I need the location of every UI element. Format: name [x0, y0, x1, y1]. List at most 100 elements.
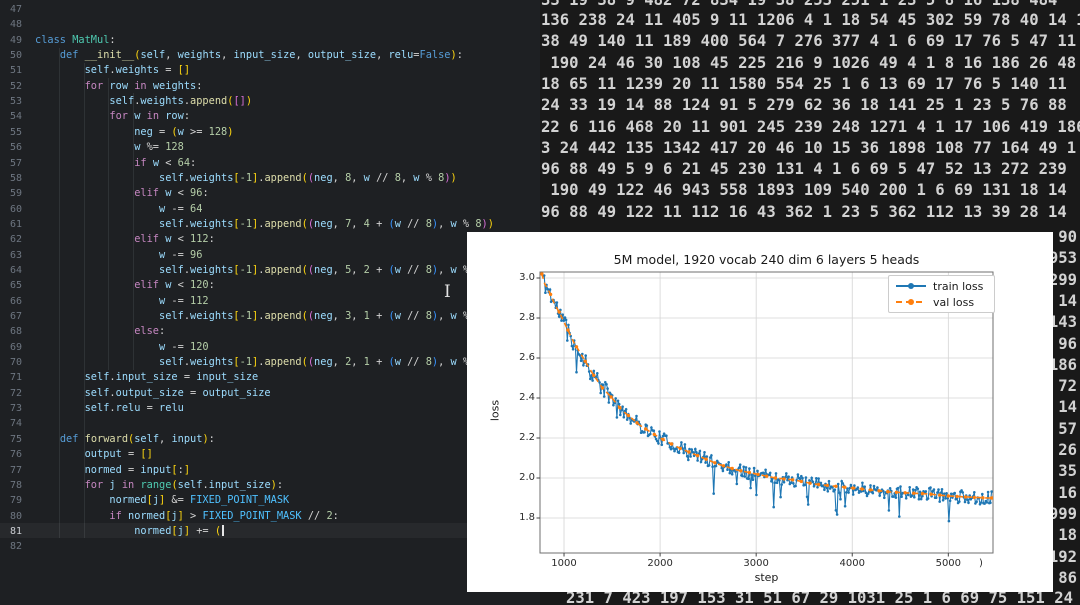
terminal-line-partial: 33 19 38 9 482 72 834 19 38 253 251 1 23…: [541, 0, 1058, 9]
line-number: 72: [9, 387, 22, 399]
tick-marks: [536, 277, 949, 557]
code-line: self.output_size = output_size: [84, 386, 271, 399]
code-line: normed[j] &= FIXED_POINT_MASK: [109, 494, 290, 507]
val-loss-line-sample: [896, 299, 926, 305]
chart-legend: train loss val loss: [888, 275, 995, 313]
line-number: 63: [9, 249, 22, 261]
line-number: 78: [9, 479, 22, 491]
x-tick-label: 1000: [551, 558, 577, 569]
code-line: self.weights[-1].append((neg, 8, w // 8,…: [159, 171, 457, 184]
line-number: 68: [9, 326, 22, 338]
terminal-line: 136 238 24 11 405 9 11 1206 4 1 18 54 45…: [541, 11, 1080, 29]
grid-lines: [540, 272, 993, 553]
plot-frame: [539, 271, 994, 554]
screen: 47 48 49 50 51 52 53 54 55 56 57 58 59 60 61 62 63 64 65 66…: [0, 0, 1080, 605]
terminal-line-fragment: 16: [1058, 483, 1077, 502]
legend-entry-val: val loss: [896, 296, 994, 309]
legend-entry-train: train loss: [896, 280, 994, 293]
y-tick-label: 2.0: [519, 472, 535, 483]
terminal-line-fragment: 90: [1058, 228, 1077, 246]
line-number: 53: [9, 96, 22, 108]
code-line: output = []: [84, 448, 153, 461]
terminal-line: 190 49 122 46 943 558 1893 109 540 200 1…: [541, 181, 1067, 200]
terminal-line-fragment: 86: [1058, 568, 1077, 587]
code-line: self.weights[-1].append((neg, 2, 1 + (w …: [159, 356, 494, 369]
line-number: 47: [9, 4, 22, 15]
x-tick-label: 4000: [839, 558, 865, 569]
code-line: if w < 64:: [134, 156, 197, 169]
chart-title: 5M model, 1920 vocab 240 dim 6 layers 5 …: [613, 252, 920, 267]
y-tick-label: 3.0: [519, 272, 535, 283]
x-tick-label: 5000: [935, 558, 962, 569]
line-number: 77: [9, 464, 22, 476]
line-number: 49: [9, 34, 22, 46]
line-number: 61: [9, 218, 22, 230]
terminal-line-fragment: 999: [1048, 504, 1077, 523]
terminal-line-fragment: 186: [1048, 355, 1077, 374]
code-editor-pane[interactable]: 47 48 49 50 51 52 53 54 55 56 57 58 59 60 61 62 63 64 65 66…: [0, 0, 540, 605]
terminal-line: 3 24 442 135 1342 417 20 46 10 15 36 189…: [541, 138, 1077, 157]
line-number: 80: [9, 510, 22, 522]
code-line: for j in range(self.input_size):: [84, 478, 284, 491]
terminal-line: 24 33 19 14 88 124 91 5 279 62 36 18 141…: [541, 96, 1067, 115]
code-line: self.weights[-1].append((neg, 3, 1 + (w …: [159, 310, 494, 322]
line-number: 67: [9, 311, 22, 322]
code-line: self.input_size = input_size: [84, 371, 259, 384]
x-tick-label: 3000: [743, 558, 769, 569]
code-line: w %= 128: [134, 141, 184, 154]
y-tick-label: 2.4: [519, 392, 535, 403]
line-number: 54: [9, 111, 22, 123]
code-line: self.relu = relu: [84, 402, 184, 415]
terminal-line-fragment: 953: [1048, 249, 1077, 268]
code-line: w -= 64: [159, 202, 203, 215]
code-line: for w in row:: [109, 110, 191, 123]
line-number: 57: [9, 157, 22, 169]
code-line: w -= 96: [159, 248, 203, 261]
terminal-line-fragment: 143: [1048, 313, 1077, 332]
line-number: 51: [9, 65, 22, 77]
terminal-line-fragment: 57: [1058, 419, 1077, 438]
y-tick-label: 1.8: [519, 512, 535, 523]
terminal-line: 190 24 46 30 108 45 225 216 9 1026 49 4 …: [541, 53, 1077, 72]
code-line: normed[j] += (: [35, 524, 224, 539]
figure-window[interactable]: 5M model, 1920 vocab 240 dim 6 layers 5 …: [467, 232, 1053, 592]
terminal-line: 96 88 49 5 9 6 21 45 230 131 4 1 6 69 5 …: [541, 160, 1067, 179]
line-number: 79: [9, 495, 22, 507]
x-axis-label: step: [754, 571, 779, 584]
line-number: 50: [9, 50, 22, 62]
code-line: self.weights[-1].append((neg, 5, 2 + (w …: [159, 263, 494, 276]
line-number: 65: [9, 280, 22, 292]
terminal-line-fragment: 192: [1048, 547, 1077, 566]
partial-x-tick-label: ): [979, 558, 983, 569]
terminal-line: 38 49 140 11 189 400 564 7 276 377 4 1 6…: [541, 32, 1077, 51]
terminal-line: 18 65 11 1239 20 11 1580 554 25 1 6 13 6…: [541, 74, 1067, 93]
line-number: 70: [9, 357, 22, 369]
code-line: for row in weights:: [84, 79, 203, 92]
code-line: w -= 120: [159, 340, 209, 353]
y-tick-label: 2.2: [519, 432, 535, 443]
y-axis-label: loss: [488, 399, 502, 422]
legend-label-train: train loss: [933, 279, 984, 293]
line-number: 76: [9, 449, 22, 461]
line-number: 82: [9, 541, 22, 553]
code-line: w -= 112: [159, 294, 209, 307]
line-number: 75: [9, 433, 22, 445]
code-line: normed = input[:]: [84, 463, 191, 476]
code-line: self.weights.append([]): [109, 95, 253, 108]
line-number: 74: [9, 418, 22, 430]
code-line: elif w < 112:: [134, 233, 215, 246]
code-line: elif w < 96:: [134, 187, 209, 200]
x-tick-label: 2000: [647, 558, 673, 569]
line-number: 60: [9, 203, 22, 215]
line-number: 62: [9, 234, 22, 246]
terminal-line: 96 88 49 122 11 112 16 43 362 1 23 5 362…: [541, 202, 1067, 221]
line-number: 52: [9, 80, 22, 92]
code-line: elif w < 120:: [134, 279, 215, 292]
y-tick-label: 2.6: [519, 352, 535, 363]
code-line: else:: [134, 325, 166, 338]
train-loss-line-sample: [896, 283, 926, 289]
line-number: 66: [9, 295, 22, 307]
line-number: 58: [9, 172, 22, 184]
line-number: 48: [9, 19, 22, 31]
code-line: self.weights = []: [84, 64, 191, 77]
